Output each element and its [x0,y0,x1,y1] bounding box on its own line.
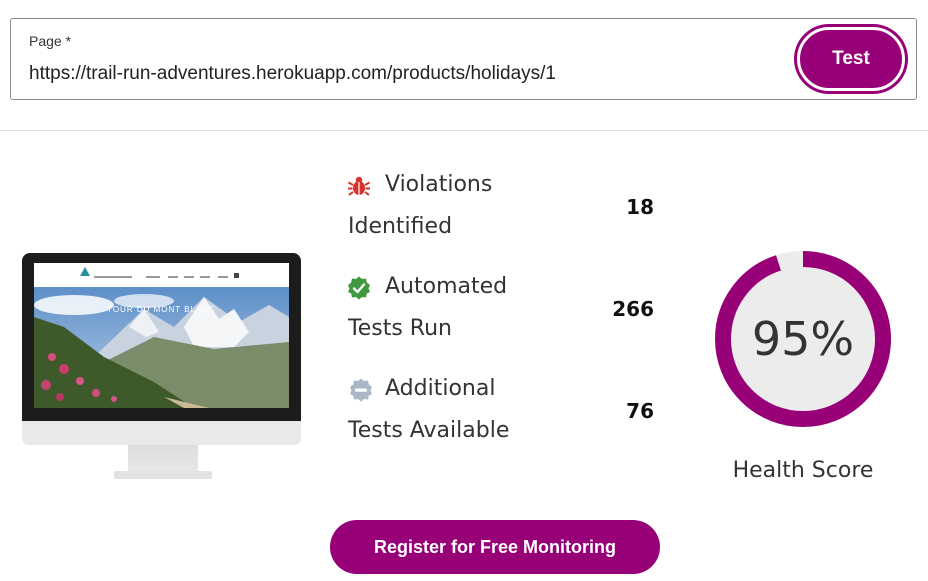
automated-label-line2: Tests Run [348,316,452,341]
violations-label-line1: Violations [385,172,493,197]
page-url-field[interactable]: Page * https://trail-run-adventures.hero… [10,18,917,100]
site-preview-monitor: TOUR DU MONT BLANC [22,253,301,479]
section-divider [0,130,928,131]
violations-count: 18 [626,195,654,219]
additional-label-line2: Tests Available [348,418,510,443]
site-preview-screen: TOUR DU MONT BLANC [34,263,289,408]
minus-badge-icon [350,378,372,402]
violations-label-line2: Identified [348,214,453,239]
automated-label-line1: Automated [385,274,508,299]
health-score-value: 95% [751,312,855,366]
preview-nav-bar [34,263,289,287]
check-badge-icon [348,276,370,300]
health-score-gauge: 95% [714,250,892,428]
automated-tests-count: 266 [612,297,654,321]
health-score-caption: Health Score [732,458,874,483]
monitor-stand [128,445,198,473]
additional-label-line1: Additional [385,376,496,401]
preview-user-icon [234,273,239,278]
additional-tests-count: 76 [626,399,654,423]
preview-hero-image: TOUR DU MONT BLANC [34,287,289,408]
preview-nav-item [184,276,194,278]
monitor-bezel: TOUR DU MONT BLANC [22,253,301,421]
preview-nav-item [94,276,132,278]
preview-nav-item [200,276,210,278]
monitor-base [114,471,212,479]
bug-icon [348,176,370,196]
page-url-label: Page * [29,33,72,49]
monitor-chin [22,421,301,445]
preview-nav-item [218,276,228,278]
preview-nav-item [168,276,178,278]
register-free-monitoring-button[interactable]: Register for Free Monitoring [330,520,660,574]
preview-logo-icon [80,267,90,276]
preview-nav-item [146,276,160,278]
preview-hero-title: TOUR DU MONT BLANC [107,305,216,314]
page-url-input[interactable]: https://trail-run-adventures.herokuapp.c… [29,63,556,85]
test-button[interactable]: Test [797,27,905,91]
